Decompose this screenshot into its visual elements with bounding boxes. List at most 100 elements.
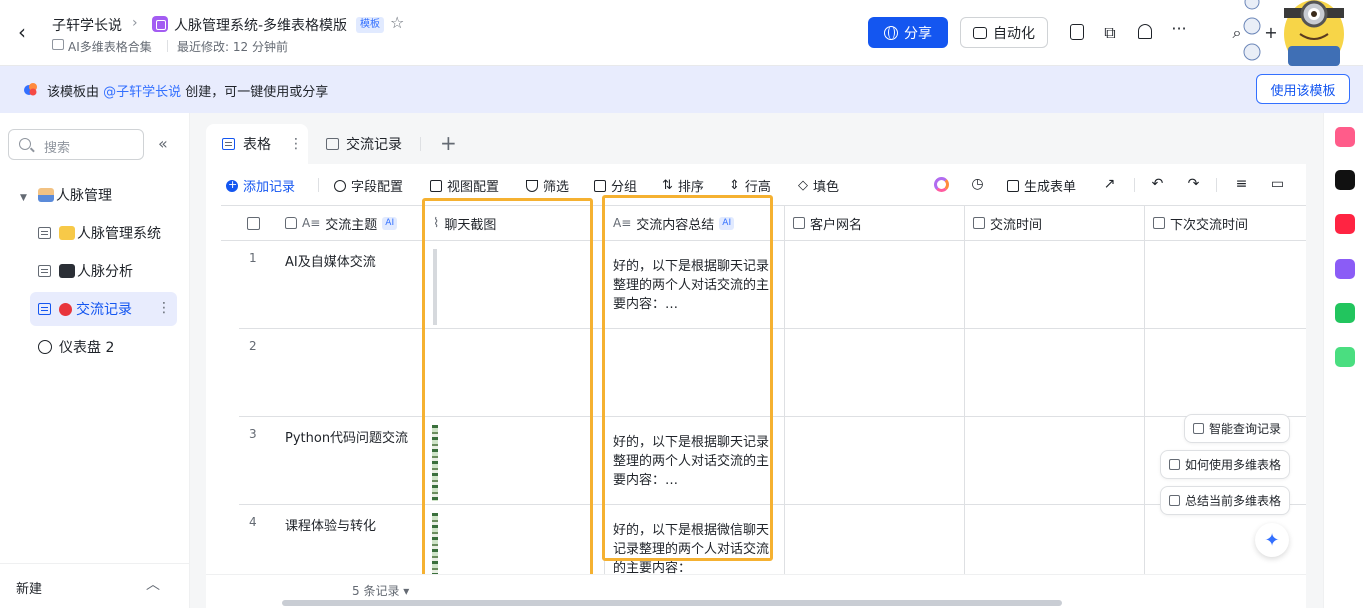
cell-summary[interactable]: 好的，以下是根据微信聊天记录整理的两个人对话交流的主要内容：: [605, 505, 785, 575]
cell-time[interactable]: [965, 241, 1145, 329]
row-height-button[interactable]: ⇕ 行高: [729, 176, 771, 195]
bell-icon[interactable]: [1138, 24, 1152, 39]
cell-summary[interactable]: 好的，以下是根据聊天记录整理的两个人对话交流的主要内容：…: [605, 241, 785, 329]
cell-screenshot[interactable]: [425, 505, 605, 575]
cell-nickname[interactable]: [785, 329, 965, 417]
cell-nickname[interactable]: [785, 241, 965, 329]
summarize-table-button[interactable]: 总结当前多维表格: [1160, 486, 1291, 515]
collapse-sidebar-icon[interactable]: ‹‹: [158, 134, 168, 153]
cell-nickname[interactable]: [785, 417, 965, 505]
minion-decoration-icon: [1243, 0, 1261, 61]
cell-topic[interactable]: Python代码问题交流: [239, 417, 425, 505]
select-all-checkbox[interactable]: [247, 217, 260, 230]
cell-topic[interactable]: [239, 329, 425, 417]
table-row[interactable]: 4 课程体验与转化 好的，以下是根据微信聊天记录整理的两个人对话交流的主要内容：: [239, 505, 1306, 575]
tab-more-icon[interactable]: ⋮: [289, 136, 303, 152]
column-label: 交流主题: [325, 217, 378, 233]
new-button[interactable]: 新建: [16, 578, 42, 597]
breadcrumb-parent[interactable]: 子轩学长说: [52, 15, 122, 35]
share-button[interactable]: 分享: [868, 17, 948, 48]
cell-nickname[interactable]: [785, 505, 965, 575]
sort-button[interactable]: ⇅ 排序: [662, 176, 704, 195]
sidebar-item-dashboard[interactable]: 仪表盘 2: [38, 330, 114, 364]
cell-time[interactable]: [965, 417, 1145, 505]
filter-button[interactable]: 筛选: [526, 176, 569, 195]
folder-label[interactable]: AI多维表格合集: [68, 38, 152, 55]
dashboard-icon: [38, 340, 52, 354]
cell-topic[interactable]: 课程体验与转化: [239, 505, 425, 575]
sidebar-item-label: 人脉管理: [56, 188, 112, 204]
caret-down-icon[interactable]: ▼: [20, 193, 27, 203]
cell-time[interactable]: [965, 329, 1145, 417]
cell-summary[interactable]: 好的，以下是根据聊天记录整理的两个人对话交流的主要内容：…: [605, 417, 785, 505]
cell-time[interactable]: [965, 505, 1145, 575]
app-rail-icon[interactable]: [1335, 127, 1355, 147]
column-header-screenshot[interactable]: ⌇ 聊天截图: [425, 206, 605, 240]
how-to-use-label: 如何使用多维表格: [1185, 458, 1282, 472]
field-config-button[interactable]: 字段配置: [334, 176, 403, 195]
app-rail-icon[interactable]: [1335, 303, 1355, 323]
sidebar-item-system[interactable]: 人脉管理系统: [38, 216, 161, 250]
comment-icon[interactable]: ▭: [1270, 177, 1285, 192]
generate-form-button[interactable]: 生成表单: [1007, 176, 1076, 195]
column-header-next-time[interactable]: 下次交流时间: [1145, 206, 1306, 240]
find-icon[interactable]: ≡: [1234, 177, 1249, 192]
table-row[interactable]: 2: [239, 329, 1306, 417]
cell-screenshot[interactable]: [425, 417, 605, 505]
sidebar-item-records[interactable]: 交流记录: [30, 292, 177, 326]
redo-icon[interactable]: ↷: [1186, 177, 1201, 192]
cell-topic[interactable]: AI及自媒体交流: [239, 241, 425, 329]
table-row[interactable]: 3 Python代码问题交流 好的，以下是根据聊天记录整理的两个人对话交流的主要…: [239, 417, 1306, 505]
column-header-nickname[interactable]: 客户网名: [785, 206, 965, 240]
tab-records[interactable]: 交流记录: [326, 124, 402, 164]
tiktok-icon[interactable]: [1335, 170, 1355, 190]
xiaohongshu-icon[interactable]: [1335, 214, 1355, 234]
cell-screenshot[interactable]: [425, 241, 605, 329]
search-input[interactable]: 搜索: [8, 129, 144, 160]
tab-table[interactable]: 表格 ⋮: [206, 124, 308, 164]
horizontal-scrollbar[interactable]: [282, 600, 1062, 606]
divider: [0, 563, 190, 564]
plugin-icon[interactable]: ⧉: [1101, 24, 1119, 42]
back-arrow-icon[interactable]: ‹: [18, 22, 38, 42]
add-tab-icon[interactable]: +: [440, 131, 457, 155]
history-icon[interactable]: ◷: [970, 177, 985, 192]
screenshot-thumbnail[interactable]: [432, 513, 438, 575]
chevron-up-icon[interactable]: ︿: [146, 574, 160, 594]
view-config-button[interactable]: 视图配置: [430, 176, 499, 195]
more-vertical-icon[interactable]: ⋮: [157, 300, 171, 316]
sidebar-item-label: 仪表盘 2: [59, 340, 115, 356]
author-link[interactable]: @子轩学长说: [103, 85, 181, 100]
smart-query-button[interactable]: 智能查询记录: [1184, 414, 1291, 443]
more-icon[interactable]: ···: [1170, 20, 1188, 38]
column-header-topic[interactable]: A≡ 交流主题 AI: [277, 206, 425, 240]
screenshot-thumbnail[interactable]: [432, 425, 438, 501]
document-title[interactable]: 人脉管理系统-多维表格模版: [174, 15, 347, 35]
ai-sparkle-icon[interactable]: ✦: [1255, 523, 1289, 557]
markdown-icon[interactable]: [1335, 347, 1355, 367]
cell-screenshot[interactable]: [425, 329, 605, 417]
cell-summary[interactable]: [605, 329, 785, 417]
smart-query-label: 智能查询记录: [1209, 422, 1282, 436]
add-record-button[interactable]: 添加记录: [226, 176, 295, 195]
group-button[interactable]: 分组: [594, 176, 637, 195]
fill-color-button[interactable]: ◇ 填色: [798, 176, 839, 195]
table-row[interactable]: 1 AI及自媒体交流 好的，以下是根据聊天记录整理的两个人对话交流的主要内容：…: [239, 241, 1306, 329]
record-count[interactable]: 5 条记录 ▾: [352, 582, 409, 599]
sidebar-item-folder[interactable]: 人脉管理: [38, 178, 112, 212]
share-view-icon[interactable]: ↗: [1102, 177, 1117, 192]
folder-emoji-icon: [59, 226, 75, 240]
how-to-use-button[interactable]: 如何使用多维表格: [1160, 450, 1291, 479]
undo-icon[interactable]: ↶: [1150, 177, 1165, 192]
ai-assistant-icon[interactable]: [934, 177, 949, 192]
column-header-time[interactable]: 交流时间: [965, 206, 1145, 240]
column-header-summary[interactable]: A≡ 交流内容总结 AI: [605, 206, 785, 240]
use-template-button[interactable]: 使用该模板: [1256, 74, 1350, 104]
automation-button[interactable]: 自动化: [960, 17, 1048, 48]
document-icon[interactable]: [1070, 24, 1084, 40]
app-rail-icon[interactable]: [1335, 259, 1355, 279]
star-icon[interactable]: ☆: [390, 13, 404, 32]
ai-tag: AI: [719, 216, 735, 230]
sidebar-item-analysis[interactable]: 人脉分析: [38, 254, 133, 288]
screenshot-thumbnail[interactable]: [433, 249, 437, 325]
